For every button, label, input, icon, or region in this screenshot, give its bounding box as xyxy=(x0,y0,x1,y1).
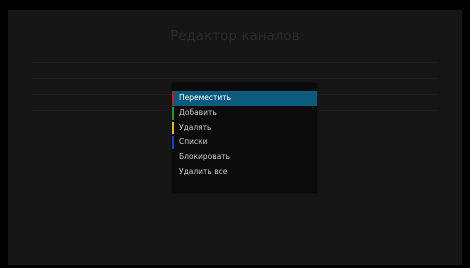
menu-item-add[interactable]: Добавить xyxy=(172,106,317,121)
menu-item-block[interactable]: Блокировать xyxy=(172,150,317,165)
menu-item-delete[interactable]: Удалять xyxy=(172,121,317,136)
screen: Редактор каналов Переместить Добавить Уд… xyxy=(0,0,470,268)
menu-item-label: Удалять xyxy=(179,122,212,132)
menu-item-label: Добавить xyxy=(179,107,217,117)
menu-item-move[interactable]: Переместить xyxy=(172,91,317,106)
options-popup: Переместить Добавить Удалять Списки Блок… xyxy=(172,83,317,193)
blue-key-marker xyxy=(172,136,174,150)
yellow-key-marker xyxy=(172,121,174,135)
menu-item-label: Списки xyxy=(179,137,208,147)
red-key-marker xyxy=(172,92,174,105)
menu-item-lists[interactable]: Списки xyxy=(172,135,317,150)
menu-item-delete-all[interactable]: Удалить все xyxy=(172,165,317,180)
menu-item-label: Переместить xyxy=(179,93,232,102)
page-title: Редактор каналов xyxy=(170,29,300,44)
channel-row-divider xyxy=(32,62,438,63)
channel-row-divider xyxy=(32,78,438,79)
green-key-marker xyxy=(172,106,174,120)
options-menu: Переместить Добавить Удалять Списки Блок… xyxy=(172,91,317,180)
menu-item-label: Удалить все xyxy=(179,166,228,176)
menu-item-label: Блокировать xyxy=(179,152,231,162)
